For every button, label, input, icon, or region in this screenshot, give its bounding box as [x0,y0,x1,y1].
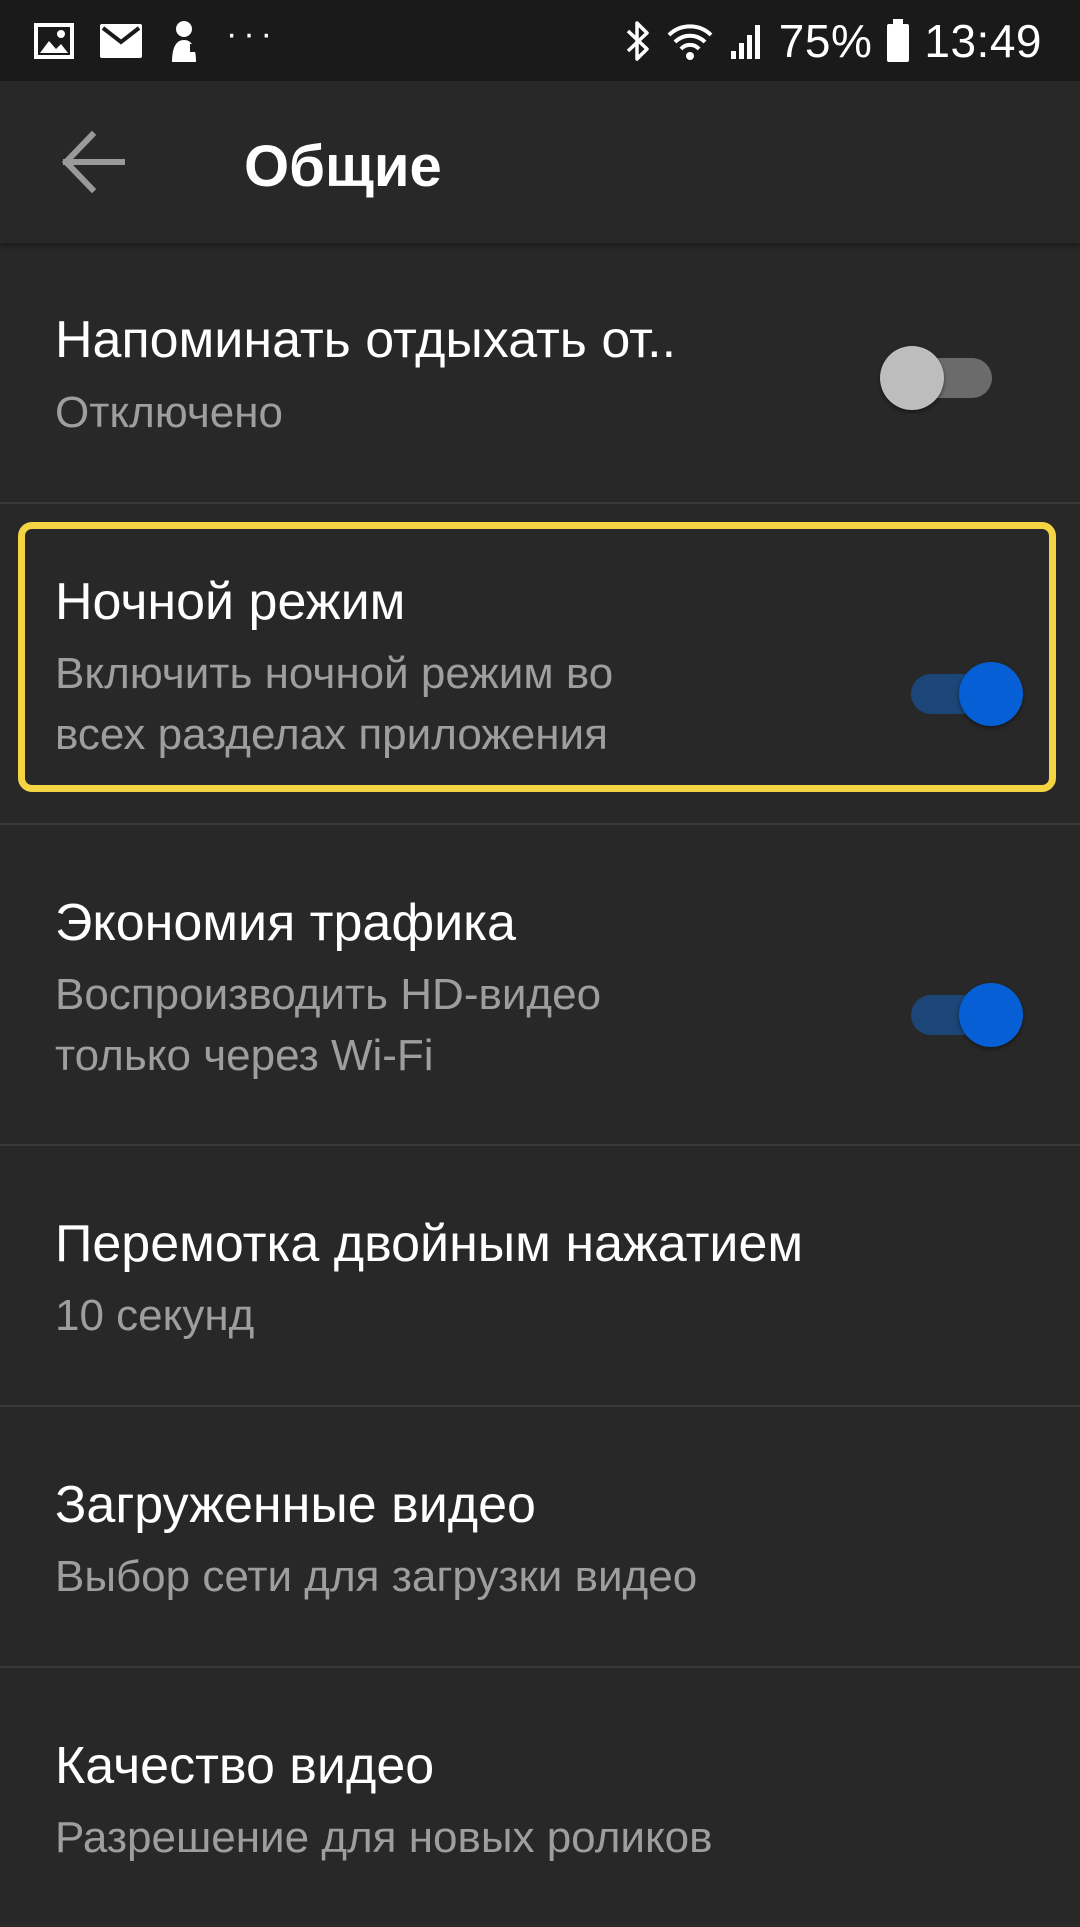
arrow-left-icon [61,130,125,194]
clock: 13:49 [924,15,1042,67]
setting-subtitle: Разрешение для новых роликов [55,1813,713,1862]
setting-title: Качество видео [55,1737,435,1795]
setting-double-tap-seek[interactable]: Перемотка двойным нажатием 10 секунд [0,1146,1080,1407]
battery-percent: 75% [778,15,873,67]
settings-list: Напоминать отдыхать от.. Отключено Ночно… [0,243,1080,1927]
page-title: Общие [244,134,442,199]
system-status: 75% 13:49 [625,14,1042,68]
traffic-saving-toggle[interactable] [903,978,1023,1048]
person-icon [168,20,200,62]
setting-title: Напоминать отдыхать от.. [55,311,677,369]
image-icon [34,23,74,59]
status-bar: ··· 75% 13:49 [0,0,1080,81]
battery-icon [886,19,910,63]
setting-subtitle: Воспроизводить HD-видео [55,970,602,1019]
app-bar: Общие [0,81,1080,243]
setting-traffic-saving[interactable]: Экономия трафика Воспроизводить HD-видео… [0,825,1080,1146]
notification-icons: ··· [34,14,278,64]
more-notifications-indicator: ··· [226,14,278,53]
setting-subtitle: Отключено [55,388,283,437]
setting-video-quality[interactable]: Качество видео Разрешение для новых роли… [0,1668,1080,1927]
toggle-thumb [880,346,944,410]
setting-title: Экономия трафика [55,894,516,952]
setting-downloads[interactable]: Загруженные видео Выбор сети для загрузк… [0,1407,1080,1668]
signal-icon [729,21,765,61]
wifi-icon [665,21,715,61]
highlight-frame [18,522,1056,792]
setting-subtitle: 10 секунд [55,1291,255,1340]
back-button[interactable] [58,129,130,195]
bluetooth-icon [625,19,651,63]
rest-reminder-toggle[interactable] [880,341,1000,411]
setting-rest-reminder[interactable]: Напоминать отдыхать от.. Отключено [0,243,1080,504]
setting-subtitle: Выбор сети для загрузки видео [55,1552,698,1601]
toggle-thumb [959,983,1023,1047]
setting-subtitle: только через Wi-Fi [55,1031,434,1080]
mail-icon [100,24,142,58]
setting-title: Загруженные видео [55,1476,536,1534]
setting-title: Перемотка двойным нажатием [55,1215,804,1273]
